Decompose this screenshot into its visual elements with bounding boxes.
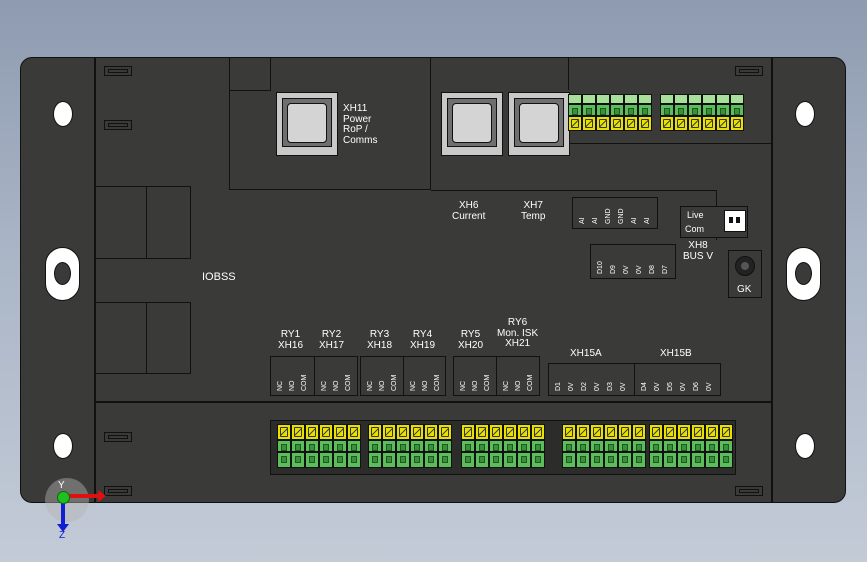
relay-header-ry4: NC NO COM — [403, 356, 446, 396]
relay-header-ry5: NC NO COM — [453, 356, 497, 396]
mount-hole — [795, 101, 815, 127]
gk-jack-socket — [735, 256, 755, 276]
terminal-block-bottom-1[interactable] — [277, 424, 361, 468]
relay-block-lower — [94, 302, 191, 374]
gk-label: GK — [737, 284, 752, 295]
digital-input-header: D10 D9 0V 0V D8 D7 — [590, 244, 676, 279]
bus-plug — [724, 210, 746, 232]
xh15a-label: XH15A — [570, 348, 602, 359]
x-axis-arrowhead — [98, 490, 106, 502]
ry3-label: RY3 XH18 — [367, 329, 393, 351]
analog-input-header: AI AI GND GND AI AI — [572, 197, 658, 229]
relay-block-lower-divider — [146, 302, 147, 374]
terminal-block-bottom-5[interactable] — [649, 424, 733, 468]
terminal-block-top-2[interactable] — [660, 94, 744, 131]
ry6-label: RY6 Mon. ISK XH21 — [497, 317, 539, 349]
xh7-label: XH7 Temp — [521, 200, 546, 222]
y-axis-label: Y — [58, 480, 65, 491]
rj-jack-xh11[interactable] — [276, 92, 338, 156]
slot — [104, 432, 132, 442]
header-xh15a: D1 0V D2 0V D3 0V — [548, 363, 635, 396]
keyhole-left-inner — [54, 262, 71, 285]
outline-step — [270, 58, 271, 91]
outline-terminal-bottom — [568, 143, 771, 144]
outline-step — [229, 90, 270, 91]
com-label: Com — [685, 224, 705, 234]
ry5-label: RY5 XH20 — [458, 329, 484, 351]
mount-hole — [53, 433, 73, 459]
terminal-block-top-1[interactable] — [568, 94, 652, 131]
slot — [104, 120, 132, 130]
board-edge-right — [771, 58, 773, 502]
slot — [104, 66, 132, 76]
terminal-block-bottom-3[interactable] — [461, 424, 545, 468]
xh6-label: XH6 Current — [452, 200, 486, 222]
mount-hole — [795, 433, 815, 459]
rj-jack-xh6[interactable] — [441, 92, 503, 156]
relay-header-ry3: NC NO COM — [360, 356, 404, 396]
terminal-block-bottom-2[interactable] — [368, 424, 452, 468]
board-divider — [94, 401, 772, 403]
relay-header-ry1: NC NO COM — [270, 356, 315, 396]
mount-hole — [53, 101, 73, 127]
xh8-label: XH8 BUS V — [683, 240, 714, 262]
terminal-block-bottom-4[interactable] — [562, 424, 646, 468]
relay-header-ry2: NC NO COM — [314, 356, 358, 396]
outline-top — [568, 58, 569, 90]
ry4-label: RY4 XH19 — [410, 329, 436, 351]
live-label: Live — [687, 210, 704, 220]
relay-header-ry6: NC NO COM — [496, 356, 540, 396]
rj-jack-xh7[interactable] — [508, 92, 570, 156]
slot — [735, 66, 763, 76]
slot — [104, 486, 132, 496]
ry2-label: RY2 XH17 — [319, 329, 345, 351]
ry1-label: RY1 XH16 — [278, 329, 304, 351]
outline-bottom — [431, 190, 716, 191]
slot — [735, 486, 763, 496]
xh15b-label: XH15B — [660, 348, 692, 359]
header-xh15b: D4 0V D5 0V D6 0V — [634, 363, 721, 396]
z-axis-label: Z — [59, 530, 66, 541]
xh11-label: XH11 Power RoP / Comms — [343, 103, 378, 146]
keyhole-right-inner — [795, 262, 812, 285]
board-label: IOBSS — [202, 271, 236, 283]
board-edge-left — [94, 58, 96, 502]
relay-block-upper — [94, 186, 191, 259]
relay-block-upper-divider — [146, 186, 147, 259]
y-axis-dot — [57, 491, 70, 504]
